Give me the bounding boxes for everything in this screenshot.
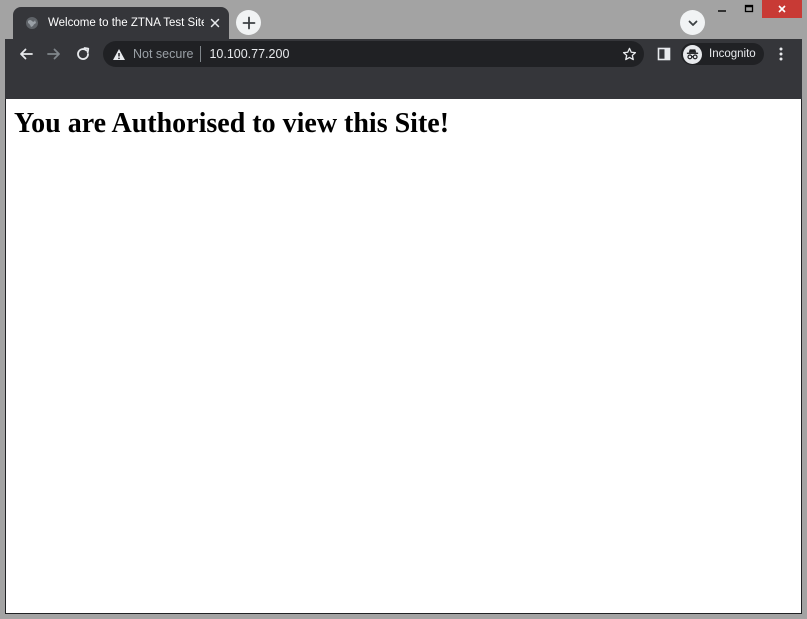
- page-heading: You are Authorised to view this Site!: [14, 108, 450, 139]
- close-icon: [777, 4, 787, 14]
- browser-window: Welcome to the ZTNA Test Site! Not secur…: [5, 0, 802, 614]
- incognito-icon: [683, 44, 702, 64]
- side-panel-icon: [657, 47, 671, 61]
- maximize-icon: [744, 4, 754, 14]
- security-label: Not secure: [133, 47, 194, 61]
- toolbar-band: [5, 69, 802, 99]
- tab-title: Welcome to the ZTNA Test Site!: [48, 17, 204, 29]
- kebab-menu-icon: [778, 46, 784, 62]
- security-indicator[interactable]: Not secure: [112, 47, 193, 61]
- reload-icon: [75, 46, 91, 62]
- window-controls: [708, 0, 802, 18]
- forward-button[interactable]: [42, 42, 66, 66]
- menu-button[interactable]: [769, 42, 793, 66]
- tab-strip: Welcome to the ZTNA Test Site!: [5, 0, 802, 39]
- reload-button[interactable]: [71, 42, 95, 66]
- plus-icon: [242, 16, 256, 30]
- tab-active[interactable]: Welcome to the ZTNA Test Site!: [13, 7, 229, 39]
- page-content: You are Authorised to view this Site!: [6, 99, 801, 613]
- chevron-down-icon: [687, 17, 699, 29]
- maximize-button[interactable]: [735, 0, 762, 18]
- back-button[interactable]: [14, 42, 38, 66]
- new-tab-button[interactable]: [236, 10, 261, 35]
- side-panel-button[interactable]: [652, 42, 676, 66]
- warning-icon: [112, 48, 126, 61]
- window-close-button[interactable]: [762, 0, 802, 18]
- profile-button[interactable]: Incognito: [681, 43, 764, 65]
- arrow-left-icon: [18, 46, 34, 62]
- url-text[interactable]: 10.100.77.200: [209, 47, 289, 61]
- address-bar[interactable]: Not secure 10.100.77.200: [103, 41, 644, 67]
- close-icon[interactable]: [207, 15, 223, 31]
- omnibox-divider: [200, 46, 202, 62]
- profile-label: Incognito: [709, 48, 756, 60]
- arrow-right-icon: [46, 46, 62, 62]
- tab-search-button[interactable]: [680, 10, 705, 35]
- globe-icon: [24, 15, 40, 31]
- minimize-button[interactable]: [708, 0, 735, 18]
- minimize-icon: [717, 4, 727, 14]
- browser-toolbar: Not secure 10.100.77.200 Incognito: [5, 39, 802, 69]
- star-icon[interactable]: [620, 45, 638, 63]
